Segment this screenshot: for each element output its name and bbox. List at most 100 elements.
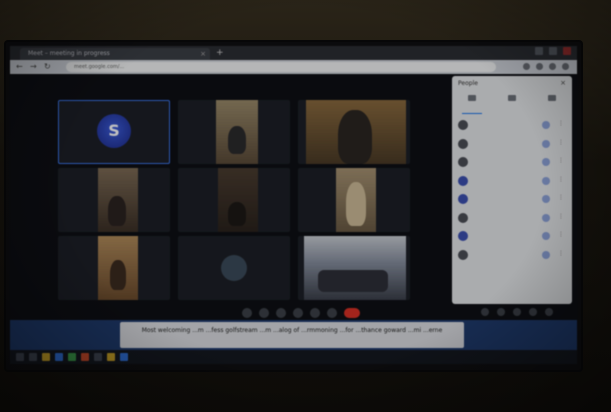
back-icon[interactable]: ← <box>16 62 23 72</box>
more-icon[interactable]: ⋮ <box>558 139 564 146</box>
participant-tile[interactable] <box>178 168 290 232</box>
mic-icon <box>542 176 550 185</box>
list-item[interactable]: ⋮ <box>452 116 572 135</box>
list-item[interactable]: ⋮ <box>452 172 572 191</box>
tab-chat[interactable] <box>492 92 532 114</box>
list-item[interactable]: ⋮ <box>452 209 572 228</box>
browser-tabstrip: Meet – meeting in progress × + <box>10 46 577 60</box>
people-panel: People × ⋮ ⋮ ⋮ ⋮ ⋮ ⋮ ⋮ ⋮ <box>452 76 572 304</box>
participant-tile[interactable] <box>298 168 410 232</box>
participant-tile[interactable] <box>178 236 290 300</box>
person <box>110 260 126 290</box>
address-bar: ← → ↻ meet.google.com/... <box>10 60 577 74</box>
tab-people[interactable] <box>452 92 492 114</box>
monitor: Meet – meeting in progress × + ← → ↻ mee… <box>6 42 581 370</box>
person <box>228 202 246 226</box>
mic-icon <box>542 232 550 240</box>
present-button[interactable] <box>310 308 320 318</box>
tab-activities[interactable] <box>532 92 572 114</box>
close-icon[interactable]: × <box>560 79 566 87</box>
list-item[interactable]: ⋮ <box>452 227 572 246</box>
extension-icon[interactable] <box>523 63 530 70</box>
participant-tile[interactable] <box>298 100 410 164</box>
lock-icon[interactable] <box>545 308 553 316</box>
reload-icon[interactable]: ↻ <box>44 62 51 72</box>
maximize-button[interactable] <box>549 47 557 55</box>
window-controls <box>535 47 571 55</box>
more-options-button[interactable] <box>327 308 337 318</box>
participant-avatar: S <box>97 114 131 148</box>
start-icon[interactable] <box>16 353 24 361</box>
forward-icon[interactable]: → <box>30 62 37 72</box>
call-controls <box>242 308 360 318</box>
person <box>338 110 372 164</box>
avatar <box>458 157 468 167</box>
person <box>228 126 246 154</box>
photo-background: Meet – meeting in progress × + ← → ↻ mee… <box>0 0 611 412</box>
panel-tabs <box>452 92 572 114</box>
audience <box>318 270 388 292</box>
end-call-button[interactable] <box>344 308 360 318</box>
taskbar-icons <box>16 353 128 361</box>
list-item[interactable]: ⋮ <box>452 190 572 209</box>
person <box>108 196 126 226</box>
list-item[interactable]: ⋮ <box>452 153 572 172</box>
person <box>346 182 366 226</box>
more-icon[interactable]: ⋮ <box>558 157 564 164</box>
app-icon[interactable] <box>107 353 115 361</box>
mic-icon <box>542 121 550 129</box>
minimize-button[interactable] <box>535 47 543 55</box>
list-item[interactable]: ⋮ <box>452 246 572 265</box>
close-window-button[interactable] <box>563 47 571 55</box>
more-icon[interactable]: ⋮ <box>558 120 564 127</box>
participant-tile[interactable]: S <box>58 100 170 164</box>
avatar <box>458 249 468 260</box>
browser-icon[interactable] <box>55 353 63 361</box>
mic-icon <box>542 250 550 259</box>
people-icon[interactable] <box>497 308 505 316</box>
mic-button[interactable] <box>242 308 252 318</box>
raise-hand-button[interactable] <box>293 308 303 318</box>
app-icon[interactable] <box>68 353 76 361</box>
profile-icon[interactable] <box>562 63 569 70</box>
caption-band: Most welcoming ...m ...fess golfstream .… <box>10 320 577 350</box>
url-field[interactable]: meet.google.com/... <box>66 62 496 72</box>
camera-button[interactable] <box>259 308 269 318</box>
activities-icon <box>548 95 556 101</box>
folder-icon[interactable] <box>42 353 50 361</box>
avatar <box>458 194 468 204</box>
extension-icon[interactable] <box>549 63 556 70</box>
activities-icon[interactable] <box>529 308 537 316</box>
avatar <box>458 231 468 241</box>
chat-icon <box>508 95 516 101</box>
list-item[interactable]: ⋮ <box>452 135 572 154</box>
more-icon[interactable]: ⋮ <box>558 231 564 238</box>
app-icon[interactable] <box>120 353 128 361</box>
more-icon[interactable]: ⋮ <box>558 194 564 201</box>
participant-tile[interactable] <box>58 236 170 300</box>
new-tab-button[interactable]: + <box>216 48 224 58</box>
avatar <box>458 138 468 149</box>
participant-tile[interactable] <box>298 236 410 300</box>
app-icon[interactable] <box>81 353 89 361</box>
mic-icon <box>542 195 550 203</box>
participant-tile[interactable] <box>178 100 290 164</box>
participant-tile[interactable] <box>58 168 170 232</box>
mic-icon <box>542 139 550 148</box>
side-controls <box>481 308 553 316</box>
more-icon[interactable]: ⋮ <box>558 176 564 183</box>
chat-icon[interactable] <box>513 308 521 316</box>
tab-close-icon[interactable]: × <box>200 48 206 60</box>
avatar <box>458 175 468 186</box>
app-icon[interactable] <box>94 353 102 361</box>
extension-icon[interactable] <box>536 63 543 70</box>
more-icon[interactable]: ⋮ <box>558 213 564 220</box>
more-icon[interactable]: ⋮ <box>558 250 564 257</box>
info-icon[interactable] <box>481 308 489 316</box>
extension-icons <box>523 63 569 70</box>
caption-text: Most welcoming ...m ...fess golfstream .… <box>120 322 464 348</box>
captions-button[interactable] <box>276 308 286 318</box>
search-icon[interactable] <box>29 353 37 361</box>
tab-title: Meet – meeting in progress <box>28 50 110 57</box>
browser-tab[interactable]: Meet – meeting in progress × <box>20 48 210 60</box>
